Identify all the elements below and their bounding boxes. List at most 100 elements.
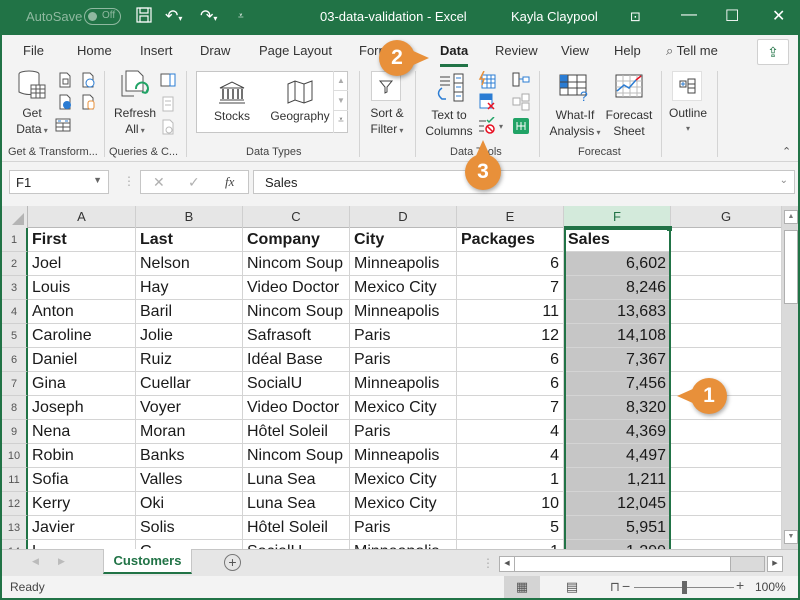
table-cell[interactable]: Hôtel Soleil (243, 420, 350, 444)
maximize-icon[interactable]: ☐ (725, 6, 739, 26)
table-cell[interactable]: Paris (350, 420, 457, 444)
select-all-button[interactable] (2, 206, 28, 228)
get-data-button[interactable]: Get Data ▾ (12, 69, 52, 139)
manage-data-model-icon[interactable] (512, 117, 529, 134)
table-cell[interactable]: Paris (350, 348, 457, 372)
scroll-up-icon[interactable]: ▲ (334, 71, 348, 91)
table-cell[interactable]: Nincom Soup (243, 444, 350, 468)
row-header-11[interactable]: 11 (2, 468, 28, 492)
share-button[interactable]: ⇪ (757, 39, 789, 65)
zoom-out-icon[interactable]: − (622, 578, 630, 594)
table-cell[interactable]: Minneapolis (350, 540, 457, 549)
sheet-tab-customers[interactable]: Customers (103, 549, 192, 574)
table-cell[interactable]: Luna Sea (243, 468, 350, 492)
table-cell[interactable]: Nincom Soup (243, 300, 350, 324)
from-text-csv-icon[interactable] (57, 72, 73, 88)
table-cell[interactable]: L (28, 540, 136, 549)
zoom-in-icon[interactable]: + (736, 577, 744, 593)
table-cell[interactable]: Cuellar (136, 372, 243, 396)
table-cell[interactable]: Javier (28, 516, 136, 540)
row-header-3[interactable]: 3 (2, 276, 28, 300)
table-cell[interactable]: G (136, 540, 243, 549)
column-header-c[interactable]: C (243, 206, 350, 228)
more-icon[interactable]: ⩡ (334, 111, 348, 131)
insert-function-icon[interactable]: fx (225, 174, 234, 190)
table-cell[interactable]: Joseph (28, 396, 136, 420)
tell-me-search[interactable]: ⌕ Tell me (666, 43, 718, 59)
header-cell[interactable]: First (28, 228, 136, 252)
resize-handle-icon[interactable]: ⋮ (123, 174, 135, 188)
table-cell[interactable]: Minneapolis (350, 444, 457, 468)
table-cell[interactable]: 8,320 (564, 396, 671, 420)
table-cell[interactable]: Mexico City (350, 492, 457, 516)
data-types-scroll[interactable]: ▲ ▼ ⩡ (333, 71, 348, 133)
ribbon-display-options-icon[interactable]: ⊡ (630, 9, 641, 25)
table-cell[interactable]: 10 (457, 492, 564, 516)
table-cell[interactable]: Minneapolis (350, 252, 457, 276)
next-sheet-icon[interactable]: ▶ (58, 556, 65, 567)
table-cell[interactable]: Gina (28, 372, 136, 396)
table-cell[interactable]: 7 (457, 396, 564, 420)
table-cell[interactable] (671, 516, 782, 540)
zoom-level[interactable]: 100% (755, 580, 786, 594)
table-cell[interactable] (671, 252, 782, 276)
table-cell[interactable]: Luna Sea (243, 492, 350, 516)
table-cell[interactable]: 6 (457, 372, 564, 396)
flash-fill-icon[interactable] (478, 70, 496, 89)
table-cell[interactable]: 13,683 (564, 300, 671, 324)
table-cell[interactable]: Daniel (28, 348, 136, 372)
outline-button[interactable]: Outline ▾ (664, 105, 712, 137)
text-to-columns-button[interactable]: Text to Columns (422, 73, 476, 139)
column-header-e[interactable]: E (457, 206, 564, 228)
geography-button[interactable]: Geography (267, 80, 333, 124)
tab-split-handle-icon[interactable]: ⋮ (482, 556, 494, 570)
data-validation-icon[interactable] (478, 116, 495, 134)
header-cell[interactable]: Sales (564, 228, 671, 252)
from-table-icon[interactable] (55, 117, 71, 133)
table-cell[interactable] (671, 492, 782, 516)
table-cell[interactable]: Paris (350, 516, 457, 540)
row-header-1[interactable]: 1 (2, 228, 28, 252)
table-cell[interactable]: Louis (28, 276, 136, 300)
table-cell[interactable]: 14,108 (564, 324, 671, 348)
scroll-up-icon[interactable]: ▲ (784, 210, 798, 224)
save-icon[interactable] (135, 6, 153, 29)
customize-qat-icon[interactable]: ⩡ (238, 11, 244, 22)
prev-sheet-icon[interactable]: ◀ (32, 556, 39, 567)
table-cell[interactable]: Video Doctor (243, 396, 350, 420)
tab-home[interactable]: Home (77, 43, 112, 58)
table-cell[interactable]: 1 (457, 540, 564, 549)
consolidate-icon[interactable] (512, 71, 530, 87)
row-header-6[interactable]: 6 (2, 348, 28, 372)
table-cell[interactable]: 12 (457, 324, 564, 348)
table-cell[interactable]: 11 (457, 300, 564, 324)
table-cell[interactable]: Nena (28, 420, 136, 444)
table-cell[interactable] (671, 468, 782, 492)
table-cell[interactable] (671, 444, 782, 468)
table-cell[interactable]: 7,456 (564, 372, 671, 396)
table-cell[interactable]: Anton (28, 300, 136, 324)
remove-duplicates-icon[interactable] (478, 93, 495, 110)
header-cell[interactable]: Packages (457, 228, 564, 252)
table-cell[interactable]: 1,211 (564, 468, 671, 492)
table-cell[interactable]: Safrasoft (243, 324, 350, 348)
scroll-left-icon[interactable]: ◀ (500, 557, 514, 571)
existing-connections-icon[interactable] (80, 94, 96, 110)
scroll-down-icon[interactable]: ▼ (334, 91, 348, 111)
table-cell[interactable]: Robin (28, 444, 136, 468)
table-cell[interactable]: Voyer (136, 396, 243, 420)
table-cell[interactable]: Baril (136, 300, 243, 324)
scroll-right-icon[interactable]: ▶ (767, 556, 783, 572)
table-cell[interactable]: Minneapolis (350, 300, 457, 324)
table-cell[interactable]: Paris (350, 324, 457, 348)
table-cell[interactable]: Mexico City (350, 468, 457, 492)
cancel-icon[interactable]: ✕ (153, 174, 165, 191)
tab-view[interactable]: View (561, 43, 589, 58)
table-cell[interactable]: Idéal Base (243, 348, 350, 372)
table-cell[interactable]: 4 (457, 420, 564, 444)
table-cell[interactable]: Oki (136, 492, 243, 516)
table-cell[interactable] (671, 276, 782, 300)
from-web-icon[interactable] (57, 94, 73, 110)
header-cell[interactable]: Last (136, 228, 243, 252)
table-cell[interactable]: 1 (457, 468, 564, 492)
